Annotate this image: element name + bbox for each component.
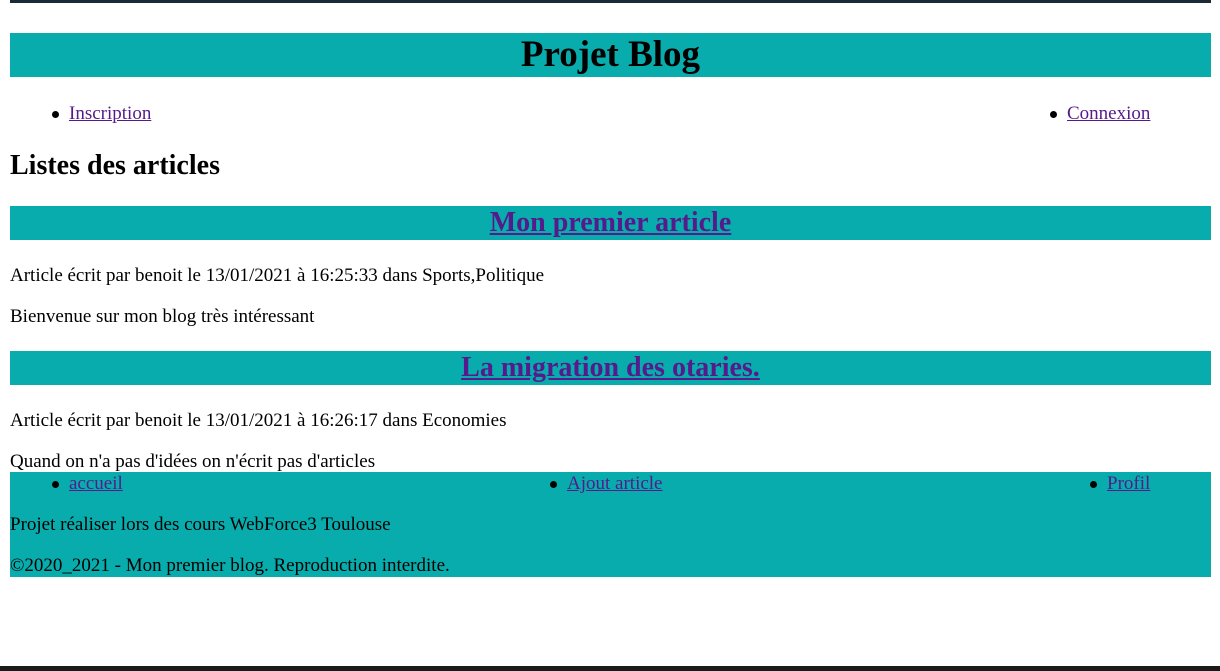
article-title-link[interactable]: La migration des otaries.	[461, 352, 760, 383]
footer-nav: accueil Ajout article Profil	[10, 472, 1211, 496]
footer-nav-item-accueil: accueil	[52, 472, 123, 496]
footer-nav-item-profil: Profil	[1089, 472, 1150, 496]
window-top-strip	[10, 0, 1211, 3]
accueil-link[interactable]: accueil	[69, 473, 123, 494]
nav-item-inscription: Inscription	[51, 102, 151, 126]
article-body: Bienvenue sur mon blog très intéressant	[10, 306, 315, 327]
connexion-link[interactable]: Connexion	[1067, 103, 1150, 124]
nav-item-connexion: Connexion	[1049, 102, 1150, 126]
site-header: Projet Blog	[10, 33, 1211, 77]
footer-nav-item-ajout-article: Ajout article	[550, 472, 663, 496]
footer-credits: Projet réaliser lors des cours WebForce3…	[10, 514, 391, 535]
window-bottom-strip	[0, 666, 1220, 671]
article-title: Mon premier article	[10, 206, 1211, 240]
articles-list-heading: Listes des articles	[10, 150, 220, 181]
article-title-bar: Mon premier article	[10, 206, 1211, 240]
inscription-link[interactable]: Inscription	[69, 103, 151, 124]
article-title-bar: La migration des otaries.	[10, 351, 1211, 385]
article-body: Quand on n'a pas d'idées on n'écrit pas …	[10, 451, 376, 472]
top-nav: Inscription Connexion	[10, 102, 1211, 126]
article-meta: Article écrit par benoit le 13/01/2021 à…	[10, 410, 507, 431]
site-footer: accueil Ajout article Profil Projet réal…	[10, 472, 1211, 577]
article-title-link[interactable]: Mon premier article	[490, 207, 732, 238]
profil-link[interactable]: Profil	[1107, 473, 1150, 494]
site-title: Projet Blog	[520, 34, 701, 75]
article-title: La migration des otaries.	[10, 351, 1211, 385]
article-meta: Article écrit par benoit le 13/01/2021 à…	[10, 265, 545, 286]
ajout-article-link[interactable]: Ajout article	[567, 473, 663, 494]
footer-copyright: ©2020_2021 - Mon premier blog. Reproduct…	[10, 555, 450, 576]
